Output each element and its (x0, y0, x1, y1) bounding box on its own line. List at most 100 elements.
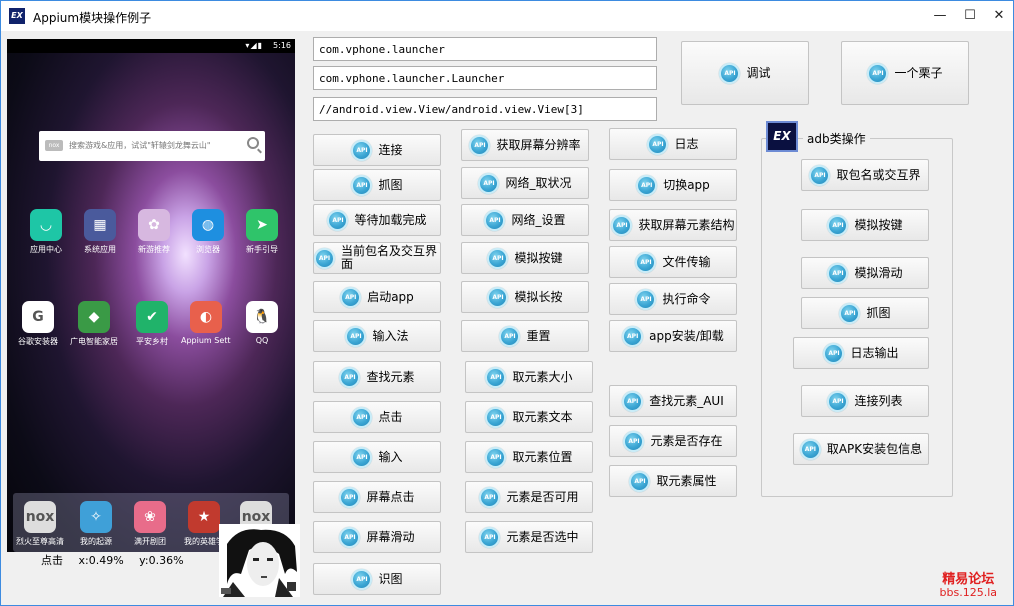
xpath-field[interactable]: //android.view.View/android.view.View[3] (313, 97, 657, 121)
api-icon: API (340, 286, 362, 308)
maximize-button[interactable]: ☐ (955, 1, 985, 31)
package-name-field[interactable]: com.vphone.launcher (313, 37, 657, 61)
close-button[interactable]: ✕ (984, 1, 1014, 31)
api-button-col2-7[interactable]: API 取元素文本 (465, 401, 593, 433)
nox-logo-icon: nox (45, 140, 63, 151)
api-button-col2-4[interactable]: API 模拟长按 (461, 281, 589, 313)
app-icon: ❀ (134, 501, 166, 533)
api-button-col2-5[interactable]: API 重置 (461, 320, 589, 352)
app-window: EX Appium模块操作例子 — ☐ ✕ ▾◢▮ 5:16 nox 搜索游戏&… (0, 0, 1014, 606)
adb-button-3[interactable]: API 抓图 (801, 297, 929, 329)
api-button-col1-1[interactable]: API 抓图 (313, 169, 441, 201)
api-icon: API (867, 62, 889, 84)
adb-button-1[interactable]: API 模拟按键 (801, 209, 929, 241)
phone-app-dockrow-1[interactable]: ✧ 我的起源 (71, 501, 121, 547)
phone-app-row2-1[interactable]: ◆ 广电智能家居 (69, 301, 119, 347)
phone-app-row2-2[interactable]: ✔ 平安乡村 (127, 301, 177, 347)
api-button-col1-5-label: 输入法 (372, 328, 409, 343)
phone-app-row1-0[interactable]: ◡ 应用中心 (21, 209, 71, 255)
activity-name-field[interactable]: com.vphone.launcher.Launcher (313, 66, 657, 90)
api-button-col2-0[interactable]: API 获取屏幕分辨率 (461, 129, 589, 161)
search-icon[interactable] (247, 137, 259, 149)
api-button-col1-8[interactable]: API 输入 (313, 441, 441, 473)
api-icon: API (611, 214, 633, 236)
api-button-col3-4[interactable]: API 执行命令 (609, 283, 737, 315)
api-button-col2-0-label: 获取屏幕分辨率 (496, 137, 581, 152)
watermark: 精易论坛 bbs.125.la (940, 568, 997, 599)
api-button-col3-5[interactable]: API app安装/卸载 (609, 320, 737, 352)
api-button-col2-9[interactable]: API 元素是否可用 (465, 481, 593, 513)
status-icons: ▾◢▮ (245, 41, 263, 50)
adb-button-5[interactable]: API 连接列表 (801, 385, 929, 417)
api-button-col2-6[interactable]: API 取元素大小 (465, 361, 593, 393)
phone-app-row2-3[interactable]: ◐ Appium Setti (181, 301, 231, 345)
phone-app-row2-4[interactable]: 🐧 QQ (237, 301, 287, 345)
example-button-label: 一个栗子 (894, 65, 943, 80)
phone-app-row1-4[interactable]: ➤ 新手引导 (237, 209, 287, 255)
api-icon: API (485, 446, 507, 468)
phone-app-row1-2[interactable]: ✿ 新游推荐 (129, 209, 179, 255)
api-icon: API (327, 209, 349, 231)
api-button-col2-8[interactable]: API 取元素位置 (465, 441, 593, 473)
api-button-col3-1[interactable]: API 切换app (609, 169, 737, 201)
api-button-col1-4[interactable]: API 启动app (313, 281, 441, 313)
window-title: Appium模块操作例子 (33, 11, 152, 25)
api-button-col3-8[interactable]: API 取元素属性 (609, 465, 737, 497)
phone-search-placeholder: 搜索游戏&应用，试试"轩辕剑龙舞云山" (69, 141, 211, 150)
debug-button[interactable]: API 调试 (681, 41, 809, 105)
api-button-col2-2-label: 网络_设置 (511, 212, 566, 227)
api-button-col1-5[interactable]: API 输入法 (313, 320, 441, 352)
api-button-col3-6[interactable]: API 查找元素_AUI (609, 385, 737, 417)
api-icon: API (635, 251, 657, 273)
phone-app-dockrow-0[interactable]: nox 烈火至尊高清 (15, 501, 65, 547)
phone-app-row2-0[interactable]: G 谷歌安装器 (13, 301, 63, 347)
api-button-col1-7[interactable]: API 点击 (313, 401, 441, 433)
adb-button-4[interactable]: API 日志输出 (793, 337, 929, 369)
api-button-col1-0[interactable]: API 连接 (313, 134, 441, 166)
example-button[interactable]: API 一个栗子 (841, 41, 969, 105)
api-button-col2-2[interactable]: API 网络_设置 (461, 204, 589, 236)
phone-app-row1-3[interactable]: ◍ 浏览器 (183, 209, 233, 255)
app-label: 我的起源 (80, 537, 112, 546)
api-button-col2-10[interactable]: API 元素是否选中 (465, 521, 593, 553)
api-button-col3-3[interactable]: API 文件传输 (609, 246, 737, 278)
api-icon: API (478, 172, 500, 194)
app-logo-icon: EX (9, 8, 25, 24)
adb-button-6[interactable]: API 取APK安装包信息 (793, 433, 929, 465)
phone-search-bar[interactable]: nox 搜索游戏&应用，试试"轩辕剑龙舞云山" (39, 131, 265, 161)
api-button-col3-4-label: 执行命令 (662, 291, 711, 306)
api-icon: API (636, 174, 658, 196)
api-button-col3-7[interactable]: API 元素是否存在 (609, 425, 737, 457)
api-button-col1-11[interactable]: API 识图 (313, 563, 441, 595)
click-y: y:0.36% (139, 554, 184, 567)
api-button-col1-2[interactable]: API 等待加载完成 (313, 204, 441, 236)
api-button-col2-6-label: 取元素大小 (512, 369, 573, 384)
phone-app-dockrow-2[interactable]: ❀ 满开剧团 (125, 501, 175, 547)
api-button-col1-10[interactable]: API 屏幕滑动 (313, 521, 441, 553)
api-icon: API (809, 164, 831, 186)
api-button-col2-3[interactable]: API 模拟按键 (461, 242, 589, 274)
api-icon: API (622, 390, 644, 412)
api-icon: API (484, 209, 506, 231)
api-button-col1-6[interactable]: API 查找元素 (313, 361, 441, 393)
api-button-col1-0-label: 连接 (378, 142, 403, 157)
api-button-col1-3-label: 当前包名及交互界面 (341, 244, 438, 271)
adb-button-1-label: 模拟按键 (854, 217, 903, 232)
api-button-col1-9[interactable]: API 屏幕点击 (313, 481, 441, 513)
phone-app-row1-1[interactable]: ▦ 系统应用 (75, 209, 125, 255)
minimize-button[interactable]: — (925, 1, 955, 31)
app-label: 浏览器 (196, 245, 220, 254)
api-button-col1-3[interactable]: API 当前包名及交互界面 (313, 242, 441, 274)
adb-button-0[interactable]: API 取包名或交互界 (801, 159, 929, 191)
app-icon: G (22, 301, 54, 333)
api-button-col1-7-label: 点击 (378, 409, 403, 424)
api-button-col3-0-label: 日志 (674, 136, 699, 151)
api-button-col1-4-label: 启动app (367, 289, 414, 304)
api-button-col2-1[interactable]: API 网络_取状况 (461, 167, 589, 199)
api-icon: API (827, 262, 849, 284)
api-button-col3-0[interactable]: API 日志 (609, 128, 737, 160)
app-label: 平安乡村 (136, 337, 168, 346)
adb-button-2[interactable]: API 模拟滑动 (801, 257, 929, 289)
api-button-col3-2[interactable]: API 获取屏幕元素结构 (609, 209, 737, 241)
phone-screen[interactable]: ▾◢▮ 5:16 nox 搜索游戏&应用，试试"轩辕剑龙舞云山" ◡ 应用中心 ▦ 系… (7, 39, 295, 552)
